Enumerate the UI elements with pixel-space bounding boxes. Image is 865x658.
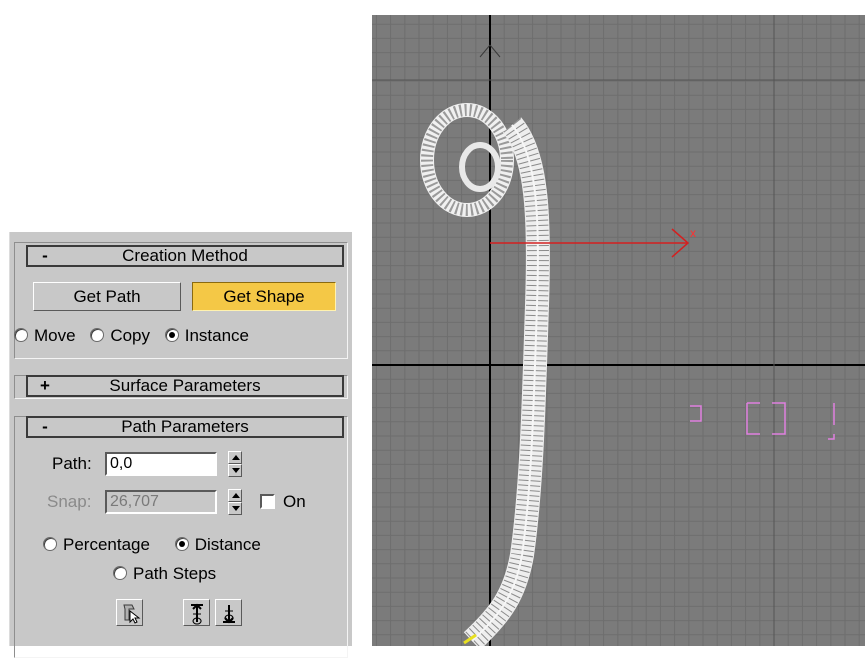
radio-button[interactable] (43, 537, 57, 551)
path-input[interactable]: 0,0 (105, 452, 217, 476)
radio-button[interactable] (164, 328, 179, 342)
radio-button[interactable] (174, 537, 189, 551)
previous-shape-button[interactable] (183, 599, 210, 626)
rollout-title: Creation Method (122, 246, 248, 265)
surface-parameters-rollout-header[interactable]: + Surface Parameters (26, 375, 344, 397)
radio-percentage[interactable]: Percentage (43, 535, 150, 554)
viewport-canvas: x (372, 15, 865, 646)
viewport-corner-markers (690, 402, 835, 440)
pick-shape-button[interactable] (116, 599, 143, 626)
path-mode-radio-group: Percentage Distance (43, 535, 261, 555)
radio-instance[interactable]: Instance (164, 326, 249, 345)
snap-input: 26,707 (105, 490, 217, 514)
command-panel: - Creation Method Get Path Get Shape Mov… (9, 232, 352, 658)
spinner-down-icon (228, 502, 242, 515)
radio-move[interactable]: Move (14, 326, 76, 345)
snap-on-label: On (283, 492, 306, 511)
previous-shape-icon (191, 603, 203, 625)
copy-mode-radio-group: Move Copy Instance (14, 326, 249, 346)
radio-path-steps[interactable]: Path Steps (113, 564, 216, 584)
next-shape-button[interactable] (215, 599, 242, 626)
next-shape-icon (223, 605, 235, 624)
snap-spinner (228, 489, 242, 517)
get-shape-button[interactable]: Get Shape (192, 282, 336, 311)
transform-gizmo[interactable]: x (490, 226, 696, 258)
radio-button[interactable] (90, 328, 105, 342)
loft-mesh (420, 103, 550, 646)
gizmo-x-label: x (690, 226, 696, 240)
rollout-title: Surface Parameters (109, 376, 261, 395)
radio-button[interactable] (113, 566, 127, 580)
creation-method-rollout-header[interactable]: - Creation Method (26, 245, 344, 267)
path-label: Path: (52, 454, 92, 473)
radio-button[interactable] (14, 328, 28, 342)
snap-on-checkbox[interactable] (260, 494, 275, 509)
spinner-down-icon[interactable] (228, 464, 242, 477)
radio-distance[interactable]: Distance (174, 535, 261, 554)
snap-label: Snap: (47, 492, 92, 511)
pick-shape-icon (123, 604, 141, 624)
radio-copy[interactable]: Copy (90, 326, 150, 345)
path-parameters-rollout-header[interactable]: - Path Parameters (26, 416, 344, 438)
get-path-button[interactable]: Get Path (33, 282, 181, 311)
spinner-up-icon[interactable] (228, 451, 242, 464)
spinner-up-icon (228, 489, 242, 502)
rollout-title: Path Parameters (121, 417, 249, 436)
path-spinner[interactable] (228, 451, 242, 479)
perspective-viewport[interactable]: x (372, 15, 865, 646)
